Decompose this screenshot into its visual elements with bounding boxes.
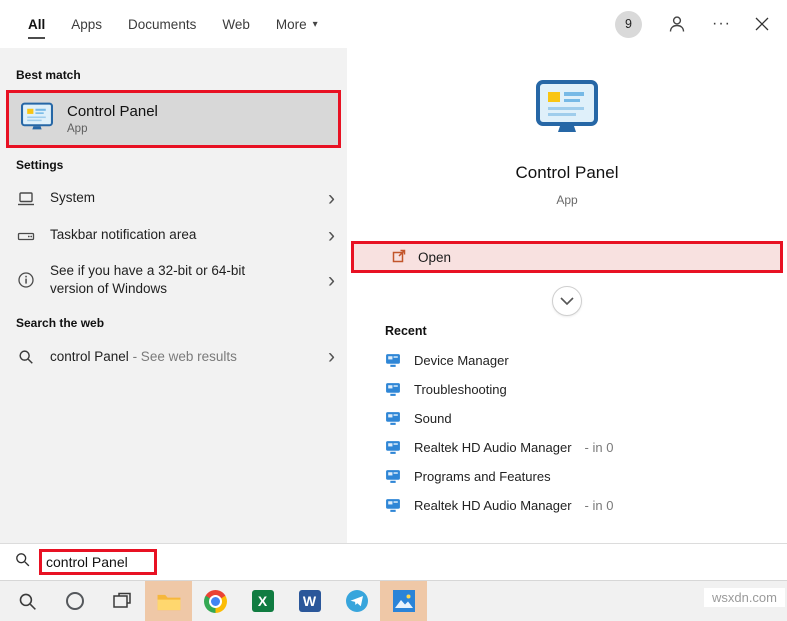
app-icon xyxy=(385,411,401,426)
control-panel-icon xyxy=(21,102,53,136)
recent-item-suffix: - in 0 xyxy=(585,440,614,455)
recent-item-device-manager[interactable]: Device Manager xyxy=(385,346,787,375)
recent-item-suffix: - in 0 xyxy=(585,498,614,513)
best-match-subtitle: App xyxy=(67,123,158,135)
watermark: wsxdn.com xyxy=(704,588,785,607)
chevron-right-icon: › xyxy=(328,225,335,246)
taskbar-search-button[interactable] xyxy=(4,581,51,621)
recent-item-label: Device Manager xyxy=(414,353,509,368)
search-icon xyxy=(16,347,36,367)
notification-badge[interactable]: 9 xyxy=(615,11,642,38)
preview-title: Control Panel xyxy=(515,163,618,183)
taskbar-settings-icon xyxy=(16,226,36,246)
settings-item-system[interactable]: System › xyxy=(0,180,347,217)
web-search-suffix: - See web results xyxy=(129,349,237,364)
options-ellipsis-icon[interactable]: ··· xyxy=(712,15,731,33)
tab-bar-actions: 9 ··· xyxy=(615,11,769,38)
recent-item-label: Realtek HD Audio Manager xyxy=(414,440,572,455)
best-match-title: Control Panel xyxy=(67,103,158,120)
tab-more-label: More xyxy=(276,17,307,32)
best-match-text: Control Panel App xyxy=(67,103,158,135)
tab-all[interactable]: All xyxy=(28,0,45,48)
app-icon xyxy=(385,353,401,368)
dropdown-arrow-icon: ▾ xyxy=(313,19,318,30)
search-icon xyxy=(14,551,31,573)
app-icon xyxy=(385,440,401,455)
recent-item-sound[interactable]: Sound xyxy=(385,404,787,433)
info-icon xyxy=(16,270,36,290)
search-annotation-box xyxy=(39,549,157,575)
photos-icon[interactable] xyxy=(380,581,427,621)
search-tab-bar: All Apps Documents Web More ▾ 9 ··· xyxy=(0,0,787,48)
open-action[interactable]: Open xyxy=(351,241,783,273)
task-view-icon[interactable] xyxy=(98,581,145,621)
preview-subtitle: App xyxy=(556,193,577,207)
recent-item-realtek-1[interactable]: Realtek HD Audio Manager - in 0 xyxy=(385,433,787,462)
recent-item-label: Troubleshooting xyxy=(414,382,507,397)
settings-item-taskbar-notification[interactable]: Taskbar notification area › xyxy=(0,217,347,254)
excel-icon[interactable]: X xyxy=(239,581,286,621)
recent-item-label: Realtek HD Audio Manager xyxy=(414,498,572,513)
word-icon[interactable]: W xyxy=(286,581,333,621)
telegram-icon[interactable] xyxy=(333,581,380,621)
open-label: Open xyxy=(418,250,451,265)
web-search-query: control Panel xyxy=(50,349,129,364)
app-icon xyxy=(385,382,401,397)
tab-more[interactable]: More ▾ xyxy=(276,0,318,48)
file-explorer-icon[interactable] xyxy=(145,581,192,621)
open-icon xyxy=(392,249,406,266)
expand-actions-button[interactable] xyxy=(552,286,582,316)
search-web-header: Search the web xyxy=(16,316,331,330)
search-input[interactable] xyxy=(46,554,146,570)
chrome-icon[interactable] xyxy=(192,581,239,621)
recent-item-label: Sound xyxy=(414,411,452,426)
cortana-icon[interactable] xyxy=(51,581,98,621)
app-icon xyxy=(385,469,401,484)
recent-item-label: Programs and Features xyxy=(414,469,551,484)
settings-header: Settings xyxy=(16,158,331,172)
search-results-panel: Best match Control Panel App Settings Sy… xyxy=(0,48,347,543)
chevron-right-icon: › xyxy=(328,270,335,291)
account-icon[interactable] xyxy=(666,13,688,35)
tab-documents[interactable]: Documents xyxy=(128,0,196,48)
best-match-item[interactable]: Control Panel App xyxy=(6,90,341,148)
search-bar xyxy=(0,543,787,580)
control-panel-large-icon xyxy=(536,80,598,139)
settings-item-label: Taskbar notification area xyxy=(50,226,196,244)
recent-header: Recent xyxy=(385,324,787,338)
recent-section: Recent Device Manager Troubleshooting So… xyxy=(347,324,787,520)
chevron-right-icon: › xyxy=(328,188,335,209)
chevron-right-icon: › xyxy=(328,346,335,367)
settings-item-32bit-64bit[interactable]: See if you have a 32-bit or 64-bit versi… xyxy=(0,254,347,306)
recent-item-realtek-2[interactable]: Realtek HD Audio Manager - in 0 xyxy=(385,491,787,520)
preview-hero: Control Panel App xyxy=(347,48,787,207)
best-match-header: Best match xyxy=(16,68,331,82)
recent-item-programs-features[interactable]: Programs and Features xyxy=(385,462,787,491)
settings-item-label: System xyxy=(50,189,95,207)
app-icon xyxy=(385,498,401,513)
preview-panel: Control Panel App Open Recent Device Man… xyxy=(347,48,787,543)
search-body: Best match Control Panel App Settings Sy… xyxy=(0,48,787,543)
recent-item-troubleshooting[interactable]: Troubleshooting xyxy=(385,375,787,404)
tab-web[interactable]: Web xyxy=(222,0,250,48)
tab-apps[interactable]: Apps xyxy=(71,0,102,48)
tabs: All Apps Documents Web More ▾ xyxy=(28,0,318,48)
taskbar: X W xyxy=(0,580,787,621)
system-icon xyxy=(16,189,36,209)
close-icon[interactable] xyxy=(755,17,769,31)
windows-search-flyout: All Apps Documents Web More ▾ 9 ··· Best… xyxy=(0,0,787,621)
web-search-label: control Panel - See web results xyxy=(50,348,237,366)
web-search-item[interactable]: control Panel - See web results › xyxy=(0,338,347,375)
settings-item-label: See if you have a 32-bit or 64-bit versi… xyxy=(50,262,288,298)
